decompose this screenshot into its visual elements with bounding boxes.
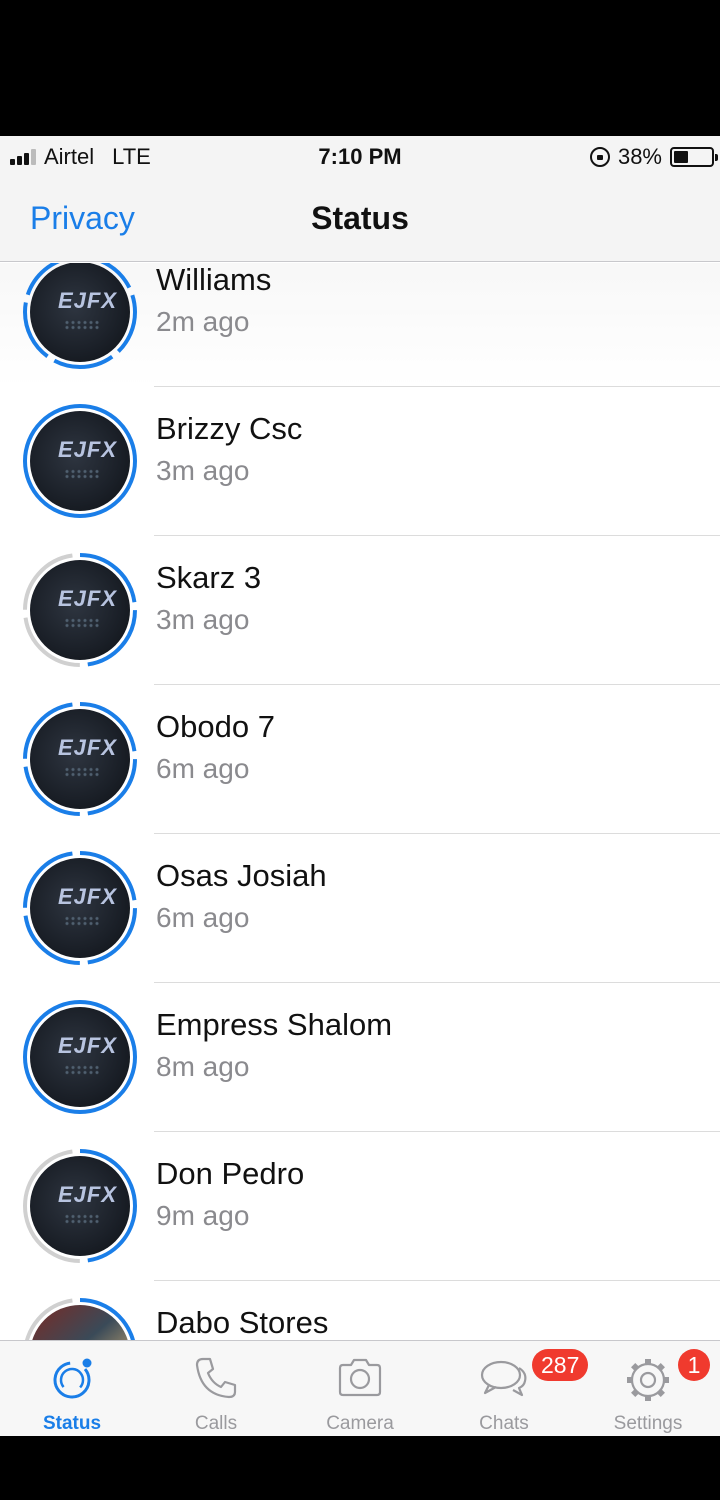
- status-row[interactable]: EJFX Osas Josiah 6m ago: [0, 834, 720, 983]
- avatar-logo: EJFX: [58, 586, 118, 611]
- status-row[interactable]: EJFX Brizzy Csc 3m ago: [0, 387, 720, 536]
- avatar: EJFX: [30, 560, 130, 660]
- tab-calls-label: Calls: [194, 1413, 238, 1434]
- status-time: 8m ago: [156, 1051, 250, 1082]
- avatar-logo: EJFX: [58, 437, 118, 462]
- battery-percent: 38%: [617, 144, 662, 169]
- phone-screen: Airtel LTE 7:10 PM 38% Privacy Status EJ…: [0, 136, 720, 1436]
- avatar: EJFX: [30, 1156, 130, 1256]
- avatar: EJFX: [30, 411, 130, 511]
- contact-name: Williams: [156, 263, 272, 297]
- status-time: 6m ago: [156, 753, 250, 784]
- avatar-logo: EJFX: [58, 1033, 118, 1058]
- tab-calls[interactable]: Calls: [144, 1341, 288, 1436]
- gear-icon: [627, 1359, 669, 1401]
- contact-name: Don Pedro: [156, 1156, 305, 1191]
- page-title: Status: [311, 200, 409, 236]
- tab-camera[interactable]: Camera: [288, 1341, 432, 1436]
- phone-icon: [195, 1357, 237, 1399]
- status-row[interactable]: EJFX Williams 2m ago: [0, 263, 720, 387]
- status-row[interactable]: EJFX Don Pedro 9m ago: [0, 1132, 720, 1281]
- tab-chats-label: Chats: [479, 1413, 529, 1434]
- avatar: EJFX: [30, 858, 130, 958]
- status-time: 2m ago: [156, 306, 250, 337]
- settings-badge: 1: [678, 1349, 710, 1381]
- tab-status-label: Status: [42, 1413, 102, 1434]
- battery-icon: [670, 147, 718, 167]
- status-row[interactable]: EJFX Empress Shalom 8m ago: [0, 983, 720, 1132]
- status-list[interactable]: EJFX Williams 2m ago EJFX Brizzy Csc 3m ago EJ…: [0, 263, 720, 1340]
- tab-camera-label: Camera: [326, 1413, 394, 1434]
- contact-name: Obodo 7: [156, 709, 275, 744]
- tab-settings[interactable]: 1 Settings: [576, 1341, 720, 1436]
- avatar-logo: EJFX: [58, 735, 118, 760]
- tab-settings-label: Settings: [613, 1413, 683, 1434]
- status-time: 3m ago: [156, 455, 250, 486]
- status-time: 9m ago: [156, 1200, 250, 1231]
- contact-name: Skarz 3: [156, 560, 262, 595]
- tab-chats[interactable]: 287 Chats: [432, 1341, 589, 1436]
- avatar-logo: EJFX: [58, 1182, 118, 1207]
- status-time: 3m ago: [156, 604, 250, 635]
- camera-icon: [338, 1358, 382, 1397]
- contact-name: Osas Josiah: [156, 858, 327, 893]
- status-time: 6m ago: [156, 902, 250, 933]
- status-row[interactable]: EJFX Skarz 3 3m ago: [0, 536, 720, 685]
- tab-bar: Status Calls Camera 287 Chats 1 Settings: [0, 1340, 720, 1436]
- contact-name: Brizzy Csc: [156, 411, 303, 446]
- battery-info: 38%: [589, 144, 718, 170]
- avatar: EJFX: [30, 709, 130, 809]
- chat-bubbles-icon: [480, 1360, 527, 1397]
- rotation-lock-icon: [589, 147, 610, 167]
- avatar-logo: EJFX: [58, 288, 118, 313]
- avatar: EJFX: [30, 263, 130, 362]
- status-bar: Airtel LTE 7:10 PM 38%: [0, 136, 720, 180]
- avatar: EJFX: [30, 1007, 130, 1107]
- avatar-logo: EJFX: [58, 884, 118, 909]
- status-icon: [53, 1358, 92, 1399]
- contact-name: Empress Shalom: [156, 1007, 393, 1042]
- status-row[interactable]: Dabo Stores: [0, 1281, 720, 1340]
- tab-status[interactable]: Status: [0, 1341, 144, 1436]
- contact-name: Dabo Stores: [156, 1305, 329, 1340]
- navigation-bar: Privacy Status: [0, 180, 720, 262]
- status-row[interactable]: EJFX Obodo 7 6m ago: [0, 685, 720, 834]
